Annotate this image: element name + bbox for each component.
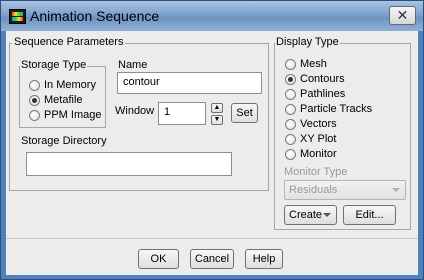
window-title: Animation Sequence (30, 8, 160, 24)
radio-contours-label: Contours (300, 73, 345, 85)
radio-particle-tracks-label: Particle Tracks (300, 103, 373, 115)
help-button[interactable]: Help (245, 249, 283, 269)
radio-ppm-image-indicator[interactable] (29, 110, 40, 121)
window-spin-up-button[interactable]: ▲ (211, 103, 223, 113)
display-type-title: Display Type (275, 36, 340, 48)
edit-button[interactable]: Edit... (343, 205, 396, 225)
storage-directory-input[interactable] (26, 152, 232, 176)
radio-monitor-label: Monitor (300, 148, 337, 160)
name-label: Name (118, 59, 148, 71)
chevron-down-icon (392, 188, 400, 192)
window-input[interactable]: 1 (158, 102, 206, 125)
title-bar[interactable]: Animation Sequence ✕ (1, 1, 423, 31)
set-button[interactable]: Set (231, 103, 258, 123)
ok-button[interactable]: OK (138, 249, 179, 269)
close-button[interactable]: ✕ (389, 6, 416, 25)
storage-directory-label: Storage Directory (21, 135, 107, 147)
radio-pathlines-indicator[interactable] (285, 89, 296, 100)
app-icon (9, 9, 26, 24)
radio-xy-plot-label: XY Plot (300, 133, 337, 145)
window-spin-down-button[interactable]: ▼ (211, 115, 223, 125)
create-label: Create (289, 209, 323, 221)
radio-metafile-label: Metafile (44, 94, 83, 106)
monitor-type-select[interactable]: Residuals (284, 180, 406, 200)
monitor-type-value: Residuals (289, 184, 338, 196)
chevron-down-icon (323, 213, 331, 217)
radio-vectors-indicator[interactable] (285, 119, 296, 130)
radio-metafile-indicator[interactable] (29, 95, 40, 106)
name-input[interactable]: contour (117, 72, 262, 94)
storage-type-title: Storage Type (20, 59, 88, 71)
radio-in-memory-label: In Memory (44, 79, 96, 91)
radio-ppm-image-label: PPM Image (44, 109, 102, 121)
radio-xy-plot-indicator[interactable] (285, 134, 296, 145)
window-label: Window (115, 105, 155, 117)
divider (6, 238, 418, 239)
radio-mesh-indicator[interactable] (285, 59, 296, 70)
radio-mesh-label: Mesh (300, 58, 327, 70)
dialog-body: Sequence Parameters Storage Type In Memo… (6, 31, 418, 275)
sequence-parameters-title: Sequence Parameters (12, 36, 126, 48)
animation-sequence-dialog: Animation Sequence ✕ Sequence Parameters… (0, 0, 424, 280)
radio-pathlines-label: Pathlines (300, 88, 346, 100)
create-dropdown-button[interactable]: Create (284, 205, 337, 225)
cancel-button[interactable]: Cancel (190, 249, 234, 269)
monitor-type-label: Monitor Type (284, 166, 348, 178)
radio-contours-indicator[interactable] (285, 74, 296, 85)
radio-monitor-indicator[interactable] (285, 149, 296, 160)
radio-vectors-label: Vectors (300, 118, 337, 130)
radio-in-memory-indicator[interactable] (29, 80, 40, 91)
radio-particle-tracks-indicator[interactable] (285, 104, 296, 115)
